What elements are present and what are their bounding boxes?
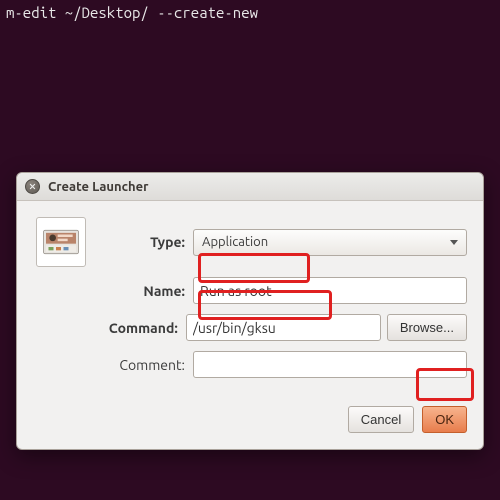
titlebar: Create Launcher	[17, 173, 483, 201]
launcher-panel-icon	[41, 222, 81, 262]
create-launcher-dialog: Create Launcher	[16, 172, 484, 450]
label-type: Type:	[89, 234, 193, 250]
label-name: Name:	[89, 283, 193, 299]
dialog-title: Create Launcher	[48, 180, 148, 194]
browse-button[interactable]: Browse...	[387, 314, 467, 341]
dialog-button-row: Cancel OK	[17, 402, 483, 449]
terminal-line: m-edit ~/Desktop/ --create-new	[0, 0, 500, 25]
label-comment: Comment:	[89, 357, 193, 373]
name-input[interactable]	[193, 277, 467, 304]
close-icon[interactable]	[25, 179, 40, 194]
dialog-content: Type: Application Name: Command: Browse.…	[17, 201, 483, 402]
comment-input[interactable]	[193, 351, 467, 378]
cancel-button[interactable]: Cancel	[348, 406, 414, 433]
chevron-down-icon	[450, 240, 458, 245]
label-command: Command:	[86, 320, 185, 336]
launcher-icon-button[interactable]	[36, 217, 86, 267]
type-select-value: Application	[202, 235, 268, 249]
command-input[interactable]	[186, 314, 381, 341]
type-select[interactable]: Application	[193, 229, 467, 256]
ok-button[interactable]: OK	[422, 406, 467, 433]
